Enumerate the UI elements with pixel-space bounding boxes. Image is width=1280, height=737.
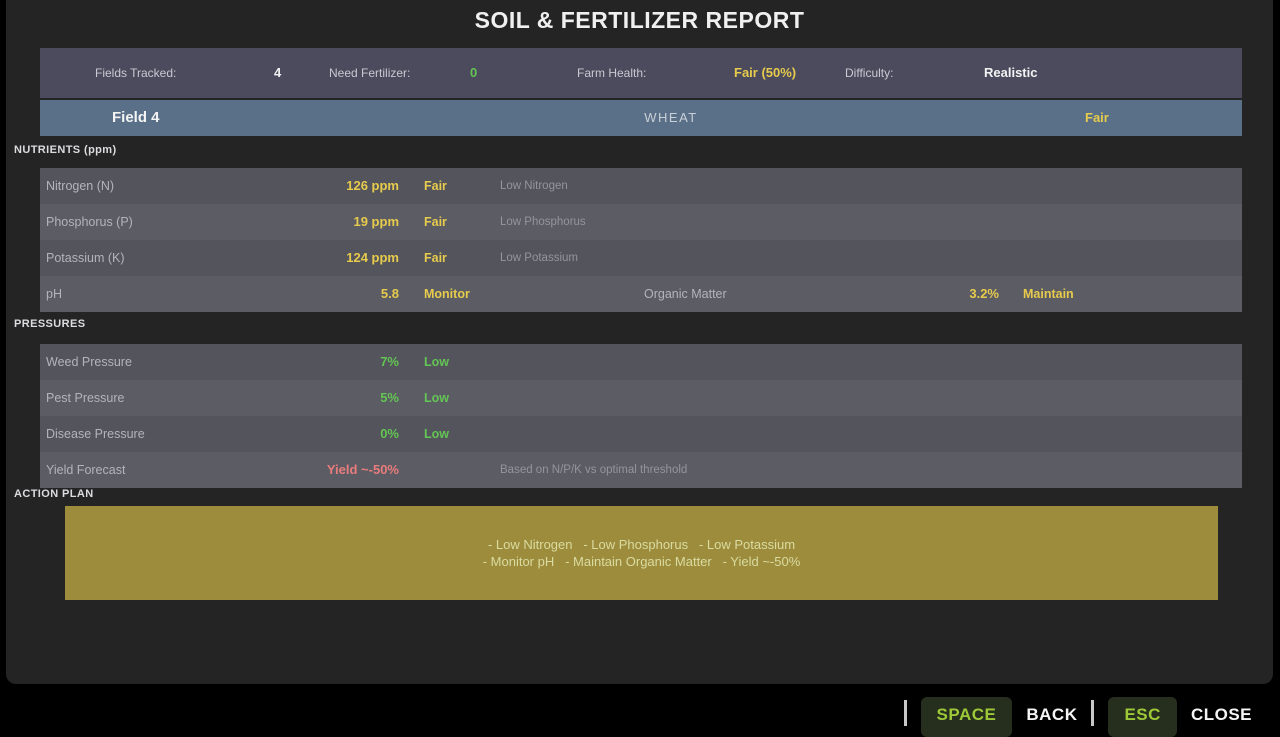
nutrient-label: Nitrogen (N)	[46, 168, 114, 204]
table-row: Phosphorus (P) 19 ppm Fair Low Phosphoru…	[40, 204, 1242, 240]
nutrient-status: Monitor	[424, 276, 470, 312]
table-row: pH 5.8 Monitor Organic Matter 3.2% Maint…	[40, 276, 1242, 312]
table-row: Potassium (K) 124 ppm Fair Low Potassium	[40, 240, 1242, 276]
pressure-status: Low	[424, 416, 449, 452]
footer-divider	[1091, 700, 1094, 726]
nutrient-value: 5.8	[299, 276, 399, 312]
organic-matter-value: 3.2%	[899, 276, 999, 312]
nutrient-status: Fair	[424, 204, 447, 240]
table-row: Yield Forecast Yield ~-50% Based on N/P/…	[40, 452, 1242, 488]
nutrient-label: Potassium (K)	[46, 240, 125, 276]
footer-divider	[904, 700, 907, 726]
action-plan-line: - Low Nitrogen - Low Phosphorus - Low Po…	[488, 536, 795, 553]
need-fertilizer-label: Need Fertilizer:	[329, 48, 410, 98]
nutrients-section-label: NUTRIENTS (ppm)	[14, 144, 117, 156]
nutrient-value: 126 ppm	[299, 168, 399, 204]
yield-forecast-value: Yield ~-50%	[299, 452, 399, 488]
page-title: SOIL & FERTILIZER REPORT	[6, 7, 1273, 34]
farm-stats-bar: Fields Tracked: 4 Need Fertilizer: 0 Far…	[40, 48, 1242, 98]
table-row: Disease Pressure 0% Low	[40, 416, 1242, 452]
pressures-section-label: PRESSURES	[14, 318, 85, 330]
key-hint-bar: SPACE BACK ESC CLOSE	[904, 697, 1252, 737]
pressure-value: 0%	[299, 416, 399, 452]
field-status: Fair	[1085, 100, 1109, 136]
farm-health-label: Farm Health:	[577, 48, 646, 98]
pressure-label: Disease Pressure	[46, 416, 145, 452]
pressure-value: 7%	[299, 344, 399, 380]
esc-key-button[interactable]: ESC	[1108, 697, 1176, 737]
pressures-table: Weed Pressure 7% Low Pest Pressure 5% Lo…	[40, 344, 1242, 488]
nutrients-table: Nitrogen (N) 126 ppm Fair Low Nitrogen P…	[40, 168, 1242, 312]
fields-tracked-label: Fields Tracked:	[95, 48, 176, 98]
nutrient-value: 19 ppm	[299, 204, 399, 240]
nutrient-status: Fair	[424, 240, 447, 276]
difficulty-label: Difficulty:	[845, 48, 893, 98]
farm-health-value: Fair (50%)	[734, 48, 796, 98]
organic-matter-label: Organic Matter	[644, 276, 727, 312]
action-plan-box: - Low Nitrogen - Low Phosphorus - Low Po…	[65, 506, 1218, 600]
field-header-bar[interactable]: Field 4 WHEAT Fair	[40, 100, 1242, 136]
need-fertilizer-value: 0	[470, 48, 477, 98]
nutrient-note: Low Nitrogen	[500, 168, 568, 204]
pressure-label: Pest Pressure	[46, 380, 125, 416]
pressure-status: Low	[424, 344, 449, 380]
field-crop: WHEAT	[100, 100, 1242, 136]
organic-matter-status: Maintain	[1023, 276, 1074, 312]
table-row: Nitrogen (N) 126 ppm Fair Low Nitrogen	[40, 168, 1242, 204]
yield-forecast-label: Yield Forecast	[46, 452, 125, 488]
nutrient-label: Phosphorus (P)	[46, 204, 133, 240]
action-plan-line: - Monitor pH - Maintain Organic Matter -…	[483, 553, 801, 570]
difficulty-value: Realistic	[984, 48, 1037, 98]
nutrient-status: Fair	[424, 168, 447, 204]
pressure-status: Low	[424, 380, 449, 416]
nutrient-value: 124 ppm	[299, 240, 399, 276]
back-button[interactable]: BACK	[1026, 697, 1077, 725]
nutrient-label: pH	[46, 276, 62, 312]
report-panel: SOIL & FERTILIZER REPORT Fields Tracked:…	[6, 0, 1273, 684]
space-key-button[interactable]: SPACE	[921, 697, 1013, 737]
table-row: Pest Pressure 5% Low	[40, 380, 1242, 416]
fields-tracked-value: 4	[274, 48, 281, 98]
action-plan-section-label: ACTION PLAN	[14, 488, 94, 500]
table-row: Weed Pressure 7% Low	[40, 344, 1242, 380]
pressure-value: 5%	[299, 380, 399, 416]
yield-forecast-note: Based on N/P/K vs optimal threshold	[500, 452, 687, 488]
pressure-label: Weed Pressure	[46, 344, 132, 380]
nutrient-note: Low Potassium	[500, 240, 578, 276]
close-button[interactable]: CLOSE	[1191, 697, 1252, 725]
nutrient-note: Low Phosphorus	[500, 204, 586, 240]
